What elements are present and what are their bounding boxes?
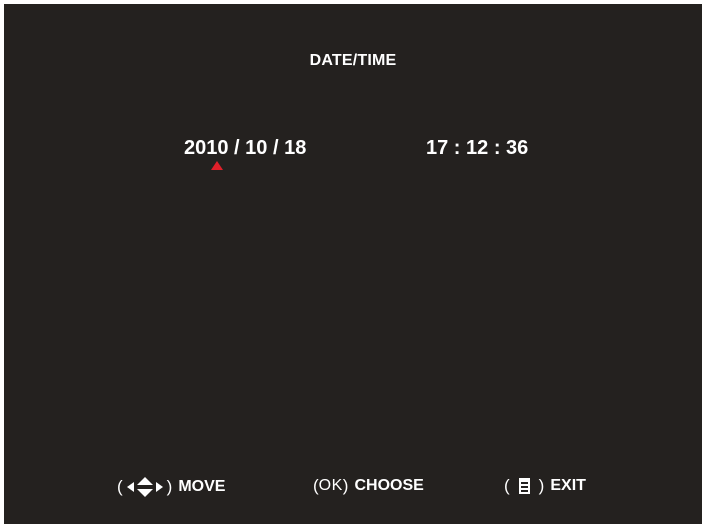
paren-open: ( xyxy=(504,476,510,495)
menu-icon xyxy=(518,478,530,494)
move-hint: ( ) MOVE xyxy=(117,476,225,498)
paren-open: ( xyxy=(117,477,123,496)
paren-close: ) xyxy=(166,477,173,496)
up-down-arrows-icon xyxy=(136,477,153,497)
choose-label: CHOOSE xyxy=(354,477,424,494)
osd-screen: DATE/TIME 2010 / 10 / 18 17 : 12 : 36 ( … xyxy=(4,4,702,524)
right-arrow-icon xyxy=(155,482,163,492)
left-arrow-icon xyxy=(126,482,134,492)
field-cursor-icon xyxy=(211,161,223,170)
date-field[interactable]: 2010 / 10 / 18 xyxy=(184,137,306,160)
exit-hint: ( ) EXIT xyxy=(504,476,586,496)
paren-close: ) xyxy=(342,476,349,495)
ok-key-label: OK xyxy=(318,477,343,494)
move-label: MOVE xyxy=(178,478,226,495)
choose-hint: ( OK ) CHOOSE xyxy=(313,476,424,496)
exit-label: EXIT xyxy=(550,477,586,494)
time-field[interactable]: 17 : 12 : 36 xyxy=(426,137,528,160)
page-title: DATE/TIME xyxy=(309,52,397,69)
paren-close: ) xyxy=(538,476,545,495)
